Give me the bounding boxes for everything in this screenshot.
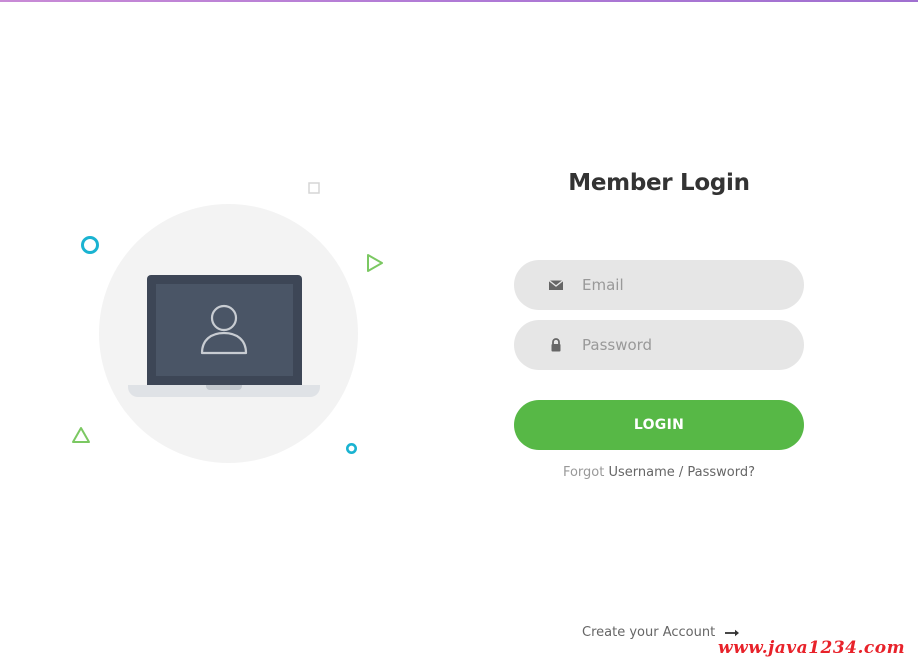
form-title: Member Login bbox=[568, 170, 750, 196]
square-icon bbox=[308, 182, 320, 194]
email-input-wrapper[interactable] bbox=[514, 260, 804, 310]
email-field[interactable] bbox=[582, 260, 782, 310]
login-illustration bbox=[0, 0, 440, 672]
laptop-notch bbox=[206, 385, 242, 390]
password-field[interactable] bbox=[582, 320, 782, 370]
user-icon bbox=[200, 304, 248, 355]
create-account-link[interactable]: Create your Account bbox=[582, 625, 740, 640]
watermark: www.java1234.com bbox=[718, 638, 906, 658]
small-circle-icon bbox=[346, 443, 357, 454]
lock-icon bbox=[551, 338, 561, 352]
create-account-label: Create your Account bbox=[582, 625, 716, 640]
forgot-prefix: Forgot bbox=[562, 465, 605, 480]
password-input-wrapper[interactable] bbox=[514, 320, 804, 370]
circle-icon bbox=[81, 236, 99, 254]
forgot-username-password-link[interactable]: Username / Password? bbox=[608, 465, 755, 480]
login-page: Member Login LOGIN Forgot Username / Pas… bbox=[0, 0, 918, 672]
forgot-credentials: Forgot Username / Password? bbox=[514, 465, 804, 480]
arrow-right-icon bbox=[725, 629, 740, 636]
triangle-icon bbox=[72, 427, 90, 443]
envelope-icon bbox=[548, 279, 564, 290]
login-button[interactable]: LOGIN bbox=[514, 400, 804, 450]
play-triangle-icon bbox=[367, 254, 383, 272]
